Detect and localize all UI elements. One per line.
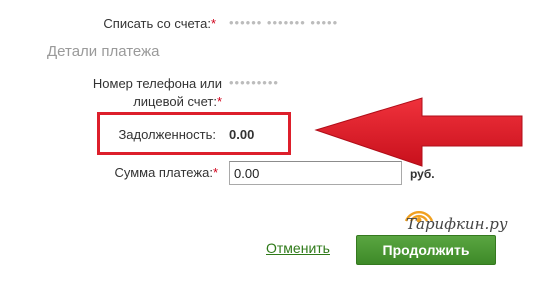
account-label-text: Списать со счета:: [103, 16, 211, 31]
phone-label: Номер телефона или лицевой счет:*: [70, 75, 222, 111]
debt-label: Задолженность:: [118, 127, 216, 142]
amount-input[interactable]: [229, 161, 402, 185]
continue-button[interactable]: Продолжить: [356, 235, 496, 265]
logo-text: Тарифкин.ру: [406, 215, 508, 233]
required-mark: *: [210, 16, 216, 31]
watermark-logo: Тарифкин.ру: [398, 203, 518, 237]
amount-unit: руб.: [410, 167, 435, 181]
arrow-left-icon: [314, 97, 523, 167]
required-mark: *: [216, 94, 222, 109]
amount-label-text: Сумма платежа:: [114, 165, 213, 180]
required-mark: *: [212, 165, 218, 180]
amount-label: Сумма платежа:*: [100, 164, 218, 182]
phone-label-line2: лицевой счет:: [133, 94, 217, 109]
phone-value: •••••••••: [229, 75, 279, 90]
phone-label-line1: Номер телефона или: [92, 76, 222, 91]
account-value: •••••• ••••••• •••••: [229, 15, 339, 30]
cancel-link[interactable]: Отменить: [266, 240, 330, 256]
account-label: Списать со счета:*: [70, 15, 216, 33]
debt-value: 0.00: [229, 127, 255, 142]
section-title: Детали платежа: [47, 43, 160, 60]
